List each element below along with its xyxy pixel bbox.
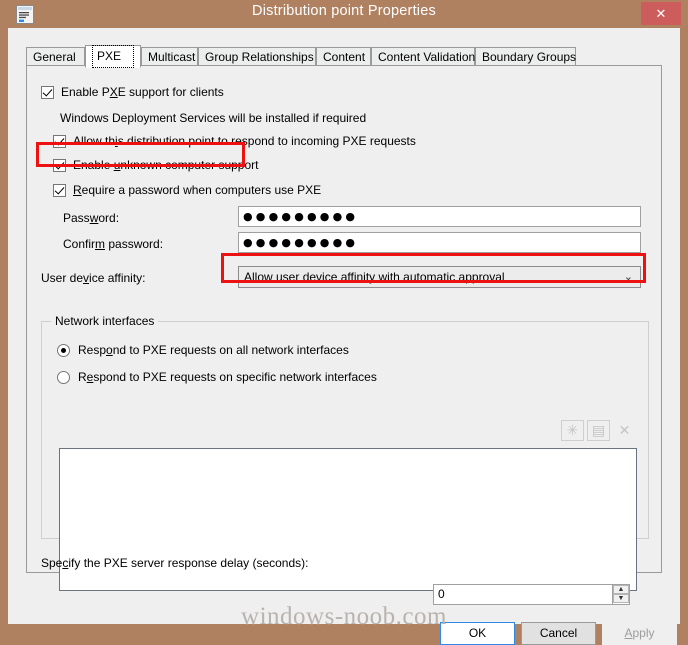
new-starburst-icon[interactable]: ✳ <box>561 420 584 441</box>
tab-strip: General PXE Multicast Group Relationship… <box>26 45 662 68</box>
tab-group-relationships[interactable]: Group Relationships <box>198 47 316 66</box>
user-device-affinity-value: Allow user device affinity with automati… <box>244 270 505 284</box>
dialog-window: Distribution point Properties ✕ General … <box>0 0 688 645</box>
properties-icon[interactable]: ▤ <box>587 420 610 441</box>
dialog-client-area: General PXE Multicast Group Relationship… <box>8 28 680 645</box>
checkbox-label: Allow this distribution point to respond… <box>73 134 416 148</box>
spin-down-icon[interactable]: ▼ <box>613 594 629 603</box>
response-delay-value: 0 <box>438 587 445 601</box>
tab-label: Content <box>323 50 366 64</box>
password-label: Password: <box>63 211 120 225</box>
radio-respond-specific-interfaces[interactable]: Respond to PXE requests on specific netw… <box>57 370 377 384</box>
network-interfaces-legend: Network interfaces <box>51 314 159 328</box>
radio-dot[interactable] <box>57 370 70 384</box>
radio-respond-all-interfaces[interactable]: Respond to PXE requests on all network i… <box>57 343 349 357</box>
user-device-affinity-label: User device affinity: <box>41 271 146 285</box>
tab-pxe[interactable]: PXE <box>85 45 141 68</box>
tab-label: General <box>33 50 76 64</box>
checkbox-require-password[interactable]: Require a password when computers use PX… <box>53 183 321 197</box>
spinner-buttons: ▲ ▼ <box>612 585 629 604</box>
tab-multicast[interactable]: Multicast <box>141 47 198 66</box>
delete-x-icon[interactable]: ✕ <box>613 420 636 441</box>
tab-label: Boundary Groups <box>482 50 577 64</box>
watermark-text: windows-noob.com <box>241 603 447 630</box>
response-delay-spinner[interactable]: 0 ▲ ▼ <box>433 584 630 605</box>
tab-label: PXE <box>92 45 134 68</box>
response-delay-label: Specify the PXE server response delay (s… <box>41 556 309 570</box>
wds-note-text: Windows Deployment Services will be inst… <box>60 111 367 125</box>
confirm-password-field[interactable]: ●●●●●●●●● <box>238 232 641 253</box>
spin-up-icon[interactable]: ▲ <box>613 585 629 594</box>
checkbox-label: Enable PXE support for clients <box>61 85 224 99</box>
tab-general[interactable]: General <box>26 47 85 66</box>
tab-label: Multicast <box>148 50 196 64</box>
checkbox-label: Require a password when computers use PX… <box>73 183 322 197</box>
tab-content-validation[interactable]: Content Validation <box>371 47 475 66</box>
tab-label: Group Relationships <box>205 50 314 64</box>
checkbox-box[interactable] <box>53 134 66 148</box>
title-bar: Distribution point Properties ✕ <box>0 0 688 28</box>
checkbox-box[interactable] <box>53 183 66 197</box>
user-device-affinity-select[interactable]: Allow user device affinity with automati… <box>238 266 641 288</box>
checkbox-enable-unknown-computer-support[interactable]: Enable unknown computer support <box>53 158 258 172</box>
window-title: Distribution point Properties <box>252 3 436 19</box>
chevron-down-icon[interactable]: ⌄ <box>624 267 633 287</box>
password-field[interactable]: ●●●●●●●●● <box>238 206 641 227</box>
radio-label: Respond to PXE requests on all network i… <box>78 343 349 357</box>
pxe-tab-panel: Enable PXE support for clients Windows D… <box>26 65 662 591</box>
network-interfaces-group: Network interfaces Respond to PXE reques… <box>41 314 649 591</box>
confirm-password-label: Confirm password: <box>63 237 164 251</box>
tab-label: Content Validation <box>378 50 476 64</box>
tab-boundary-groups[interactable]: Boundary Groups <box>475 47 576 66</box>
tab-content[interactable]: Content <box>316 47 371 66</box>
checkbox-enable-pxe[interactable]: Enable PXE support for clients <box>41 85 224 99</box>
radio-label: Respond to PXE requests on specific netw… <box>78 370 377 384</box>
checkbox-label: Enable unknown computer support <box>73 158 259 172</box>
checkbox-box[interactable] <box>53 158 66 172</box>
close-button[interactable]: ✕ <box>641 2 681 25</box>
checkbox-box[interactable] <box>41 85 54 99</box>
radio-dot[interactable] <box>57 343 70 357</box>
checkbox-allow-respond[interactable]: Allow this distribution point to respond… <box>53 134 416 148</box>
